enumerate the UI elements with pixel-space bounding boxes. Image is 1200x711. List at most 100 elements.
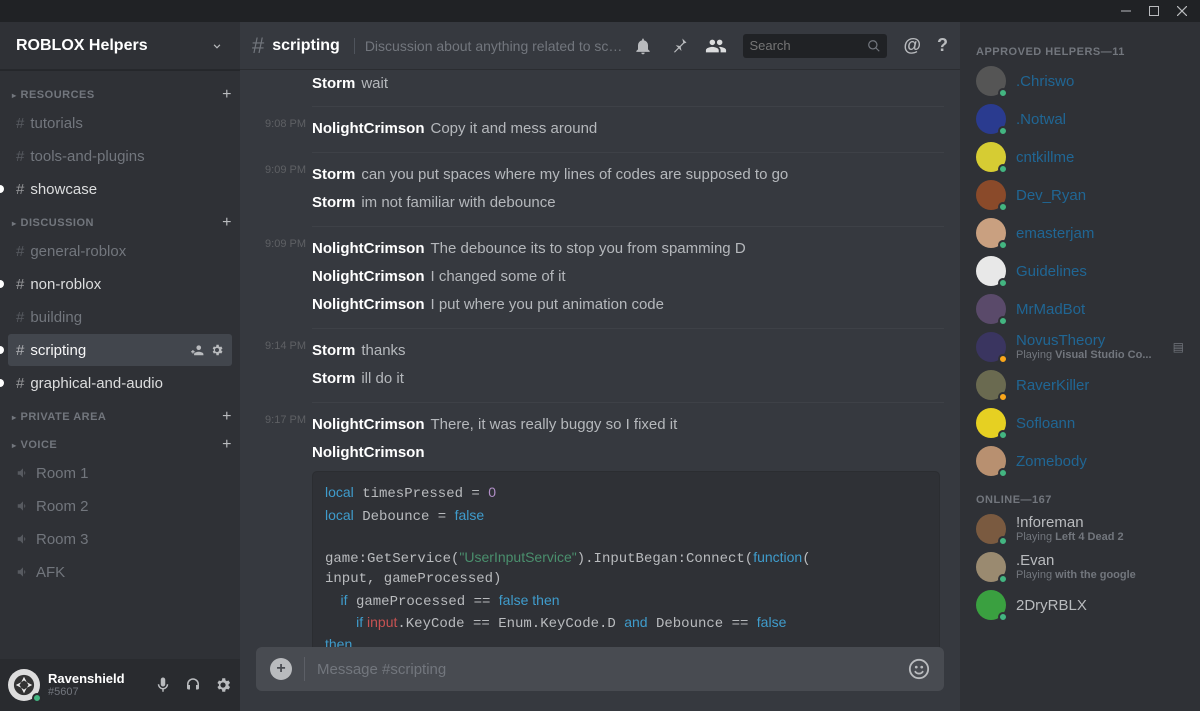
code-block[interactable]: local timesPressed = 0 local Debounce = … <box>312 471 940 647</box>
message-author[interactable]: NolightCrimson <box>312 268 425 285</box>
category-header[interactable]: ▸RESOURCES+ <box>0 78 240 106</box>
message-author[interactable]: Storm <box>312 75 355 92</box>
message[interactable]: Stormim not familiar with debounce <box>240 189 960 217</box>
message[interactable]: NolightCrimson local timesPressed = 0 loc… <box>240 439 960 647</box>
member-row[interactable]: Sofloann <box>968 404 1192 442</box>
voice-channel[interactable]: Room 2 <box>8 490 232 522</box>
message-author[interactable]: NolightCrimson <box>312 444 425 461</box>
search-input[interactable] <box>749 38 849 53</box>
add-channel-icon[interactable]: + <box>222 436 232 454</box>
status-indicator <box>998 536 1008 546</box>
add-channel-icon[interactable]: + <box>222 408 232 426</box>
category-header[interactable]: ▸VOICE+ <box>0 428 240 456</box>
message-author[interactable]: Storm <box>312 194 355 211</box>
channel-label: showcase <box>30 181 97 198</box>
channel-non-roblox[interactable]: #non-roblox <box>8 268 232 300</box>
message[interactable]: 9:09 PMNolightCrimsonThe debounce its to… <box>240 235 960 263</box>
member-avatar <box>976 370 1006 400</box>
member-row[interactable]: !nforemanPlaying Left 4 Dead 2 <box>968 510 1192 548</box>
attach-button[interactable]: + <box>270 658 292 680</box>
status-indicator <box>998 430 1008 440</box>
member-name: cntkillme <box>1016 149 1074 166</box>
add-channel-icon[interactable]: + <box>222 214 232 232</box>
member-name: Dev_Ryan <box>1016 187 1086 204</box>
message[interactable]: NolightCrimsonI put where you put animat… <box>240 291 960 319</box>
help-icon[interactable]: ? <box>937 35 948 56</box>
pinned-icon[interactable] <box>669 36 689 56</box>
voice-channel[interactable]: Room 1 <box>8 457 232 489</box>
server-header[interactable]: ROBLOX Helpers <box>0 22 240 70</box>
hash-icon: # <box>16 342 24 359</box>
status-indicator <box>998 240 1008 250</box>
channel-tools-and-plugins[interactable]: #tools-and-plugins <box>8 140 232 172</box>
message[interactable]: 9:14 PMStormthanks <box>240 337 960 365</box>
message-content: can you put spaces where my lines of cod… <box>361 166 788 183</box>
self-avatar[interactable] <box>8 669 40 701</box>
window-close-button[interactable] <box>1168 0 1196 22</box>
message-list[interactable]: Stormwait 9:08 PMNolightCrimsonCopy it an… <box>240 70 960 647</box>
invite-icon[interactable] <box>190 343 204 357</box>
message-input[interactable]: Message #scripting <box>304 657 896 681</box>
message[interactable]: Stormill do it <box>240 365 960 393</box>
message[interactable]: 9:09 PMStormcan you put spaces where my … <box>240 161 960 189</box>
member-row[interactable]: cntkillme <box>968 138 1192 176</box>
add-channel-icon[interactable]: + <box>222 86 232 104</box>
member-list[interactable]: APPROVED HELPERS—11.Chriswo.Notwalcntkil… <box>960 22 1200 711</box>
message-author[interactable]: Storm <box>312 166 355 183</box>
channel-scripting[interactable]: #scripting <box>8 334 232 366</box>
member-activity: Playing Left 4 Dead 2 <box>1016 531 1124 543</box>
member-avatar <box>976 514 1006 544</box>
member-row[interactable]: 2DryRBLX <box>968 586 1192 624</box>
member-list-icon[interactable] <box>705 35 727 57</box>
window-maximize-button[interactable] <box>1140 0 1168 22</box>
member-row[interactable]: .Chriswo <box>968 62 1192 100</box>
member-row[interactable]: Zomebody <box>968 442 1192 480</box>
message-author[interactable]: NolightCrimson <box>312 416 425 433</box>
mentions-icon[interactable]: @ <box>903 35 921 56</box>
message-author[interactable]: NolightCrimson <box>312 120 425 137</box>
member-row[interactable]: Guidelines <box>968 252 1192 290</box>
member-avatar <box>976 218 1006 248</box>
message-author[interactable]: NolightCrimson <box>312 296 425 313</box>
message[interactable]: 9:08 PMNolightCrimsonCopy it and mess ar… <box>240 115 960 143</box>
category-header[interactable]: ▸PRIVATE AREA+ <box>0 400 240 428</box>
member-row[interactable]: MrMadBot <box>968 290 1192 328</box>
channel-sidebar: ROBLOX Helpers ▸RESOURCES+#tutorials#too… <box>0 22 240 711</box>
status-indicator <box>998 392 1008 402</box>
channel-tutorials[interactable]: #tutorials <box>8 107 232 139</box>
member-row[interactable]: emasterjam <box>968 214 1192 252</box>
search-box[interactable] <box>743 34 887 58</box>
channel-label: non-roblox <box>30 276 101 293</box>
member-group-header: ONLINE—167 <box>968 480 1192 510</box>
window-minimize-button[interactable] <box>1112 0 1140 22</box>
channel-general-roblox[interactable]: #general-roblox <box>8 235 232 267</box>
member-row[interactable]: RaverKiller <box>968 366 1192 404</box>
member-row[interactable]: .EvanPlaying with the google <box>968 548 1192 586</box>
channel-graphical-and-audio[interactable]: #graphical-and-audio <box>8 367 232 399</box>
category-header[interactable]: ▸DISCUSSION+ <box>0 206 240 234</box>
member-activity: Playing Visual Studio Co... <box>1016 349 1152 361</box>
message[interactable]: NolightCrimsonI changed some of it <box>240 263 960 291</box>
message[interactable]: 9:17 PMNolightCrimsonThere, it was reall… <box>240 411 960 439</box>
gear-icon[interactable] <box>210 343 224 357</box>
message-author[interactable]: NolightCrimson <box>312 240 425 257</box>
member-row[interactable]: NovusTheoryPlaying Visual Studio Co...▤ <box>968 328 1192 366</box>
message-author[interactable]: Storm <box>312 342 355 359</box>
channel-topic[interactable]: Discussion about anything related to scr… <box>354 38 626 54</box>
notifications-icon[interactable] <box>633 36 653 56</box>
voice-channel[interactable]: AFK <box>8 556 232 588</box>
voice-channel[interactable]: Room 3 <box>8 523 232 555</box>
deafen-icon[interactable] <box>184 676 202 694</box>
voice-channel-label: Room 3 <box>36 531 89 548</box>
message-input-box[interactable]: + Message #scripting <box>256 647 944 691</box>
member-row[interactable]: Dev_Ryan <box>968 176 1192 214</box>
message[interactable]: Stormwait <box>240 70 960 98</box>
member-row[interactable]: .Notwal <box>968 100 1192 138</box>
channel-showcase[interactable]: #showcase <box>8 173 232 205</box>
mute-icon[interactable] <box>154 676 172 694</box>
settings-icon[interactable] <box>214 676 232 694</box>
emoji-picker-button[interactable] <box>908 658 930 680</box>
member-avatar <box>976 104 1006 134</box>
channel-building[interactable]: #building <box>8 301 232 333</box>
message-author[interactable]: Storm <box>312 370 355 387</box>
